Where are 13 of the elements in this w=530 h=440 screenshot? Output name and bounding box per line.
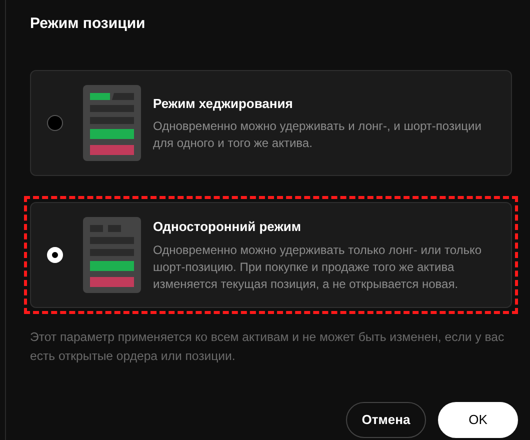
option-description: Одновременно можно удерживать только лонг- или только шорт-позицию. При покупке и продаже того же актива изменяется текущая позиция, а не открывается новая. [153,242,483,293]
mode-option-card[interactable]: Режим хеджирования Одновременно можно удерживать и лонг-, и шорт-позиции для одного и того же актива. [30,70,512,176]
radio-button[interactable] [47,115,63,131]
cancel-button[interactable]: Отмена [346,402,426,438]
ok-button[interactable]: OK [438,402,518,438]
option-title: Режим хеджирования [153,94,294,113]
order-book-icon [83,85,141,161]
order-book-icon [83,217,141,293]
dialog-title: Режим позиции [30,14,146,34]
option-description: Одновременно можно удерживать и лонг-, и шорт-позиции для одного и того же актива. [153,118,482,152]
mode-option-card[interactable]: Односторонний режим Одновременно можно удерживать только лонг- или только шорт-позицию. При покупке и продаже того же актива изменяется текущая позиция, а не открывается новая. [30,202,512,308]
option-title: Односторонний режим [153,218,302,236]
note-text: Этот параметр применяется ко всем активам и не может быть изменен, если у вас есть открытые ордера или позиции. [30,329,506,365]
